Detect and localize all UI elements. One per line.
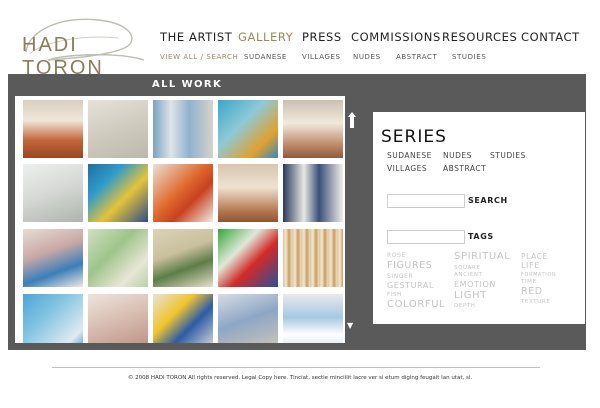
- nav-item-contact[interactable]: CONTACT: [521, 30, 580, 44]
- artwork-thumbnail[interactable]: [88, 100, 148, 158]
- tag-link[interactable]: SQUARE: [454, 265, 481, 271]
- artwork-thumbnail[interactable]: [88, 294, 148, 343]
- artwork-thumbnail[interactable]: [153, 164, 213, 222]
- tags-label: TAGS: [468, 232, 494, 241]
- artwork-thumbnail[interactable]: [218, 294, 278, 343]
- artwork-thumbnail[interactable]: [153, 229, 213, 287]
- subnav-item-studies[interactable]: STUDIES: [452, 53, 486, 61]
- scroll-up-arrow-icon[interactable]: [348, 112, 356, 128]
- tag-link[interactable]: PLACE: [521, 252, 548, 261]
- subnav-item-nudes[interactable]: NUDES: [353, 53, 381, 61]
- tag-link[interactable]: LIFE: [521, 261, 540, 270]
- tag-link[interactable]: ANCIENT: [454, 272, 483, 278]
- subnav-item-abstract[interactable]: ABSTRACT: [396, 53, 437, 61]
- artwork-thumbnail[interactable]: [218, 100, 278, 158]
- series-link-villages[interactable]: VILLAGES: [387, 164, 427, 173]
- artwork-thumbnail[interactable]: [153, 294, 213, 343]
- artwork-thumbnail[interactable]: [88, 229, 148, 287]
- nav-item-gallery[interactable]: GALLERY: [238, 30, 293, 44]
- artwork-thumbnail[interactable]: [23, 100, 83, 158]
- series-link-nudes[interactable]: NUDES: [443, 151, 472, 160]
- series-link-abstract[interactable]: ABSTRACT: [443, 164, 486, 173]
- scroll-down-arrow-icon[interactable]: ▼: [347, 321, 353, 330]
- artwork-thumbnail[interactable]: [153, 100, 213, 158]
- tag-link[interactable]: EMOTION: [454, 280, 496, 289]
- search-button[interactable]: SEARCH: [468, 196, 508, 205]
- tag-link[interactable]: COLORFUL: [387, 299, 445, 310]
- tag-link[interactable]: FORMATION: [521, 272, 556, 278]
- subnav-item-sudanese[interactable]: SUDANESE: [244, 53, 287, 61]
- footer-divider: [52, 367, 540, 368]
- nav-item-press[interactable]: PRESS: [302, 30, 342, 44]
- series-heading: SERIES: [381, 127, 447, 147]
- site-logo[interactable]: HADI TORON: [18, 14, 148, 79]
- artwork-thumbnail[interactable]: [23, 294, 83, 343]
- tag-link[interactable]: SPIRITUAL: [454, 251, 510, 262]
- series-link-studies[interactable]: STUDIES: [490, 151, 526, 160]
- artwork-thumbnail[interactable]: [283, 164, 343, 222]
- artwork-thumbnail[interactable]: [23, 229, 83, 287]
- tag-link[interactable]: DEPTH: [454, 303, 476, 309]
- search-input[interactable]: [387, 194, 465, 208]
- tags-input[interactable]: [387, 230, 465, 244]
- artwork-thumbnail[interactable]: [283, 100, 343, 158]
- tag-link[interactable]: SINGER: [387, 273, 413, 280]
- gallery-grid: [15, 96, 345, 343]
- artwork-thumbnail[interactable]: [88, 164, 148, 222]
- tag-link[interactable]: ROSE: [387, 252, 406, 259]
- series-link-sudanese[interactable]: SUDANESE: [387, 151, 432, 160]
- artwork-thumbnail[interactable]: [283, 294, 343, 343]
- subnav-item-view-all[interactable]: VIEW ALL / SEARCH: [160, 53, 238, 61]
- subnav-item-villages[interactable]: VILLAGES: [302, 53, 341, 61]
- tag-link[interactable]: FIGURES: [387, 260, 432, 271]
- tag-link[interactable]: RED: [521, 286, 543, 297]
- nav-item-commissions[interactable]: COMMISSIONS: [351, 30, 441, 44]
- artwork-thumbnail[interactable]: [218, 229, 278, 287]
- tag-link[interactable]: TIME: [521, 279, 537, 285]
- gallery-title: ALL WORK: [152, 79, 223, 90]
- artwork-thumbnail[interactable]: [218, 164, 278, 222]
- tag-link[interactable]: FISH: [387, 292, 402, 298]
- nav-item-the-artist[interactable]: THE ARTIST: [160, 30, 232, 44]
- tag-link[interactable]: LIGHT: [454, 290, 487, 301]
- artwork-thumbnail[interactable]: [283, 229, 343, 287]
- artwork-thumbnail[interactable]: [23, 164, 83, 222]
- footer-text: © 2008 HADI TORON All rights reserved. L…: [127, 375, 473, 381]
- nav-item-resources[interactable]: RESOURCES: [442, 30, 517, 44]
- tag-link[interactable]: GESTURAL: [387, 281, 434, 290]
- tag-link[interactable]: TEXTURE: [521, 299, 550, 305]
